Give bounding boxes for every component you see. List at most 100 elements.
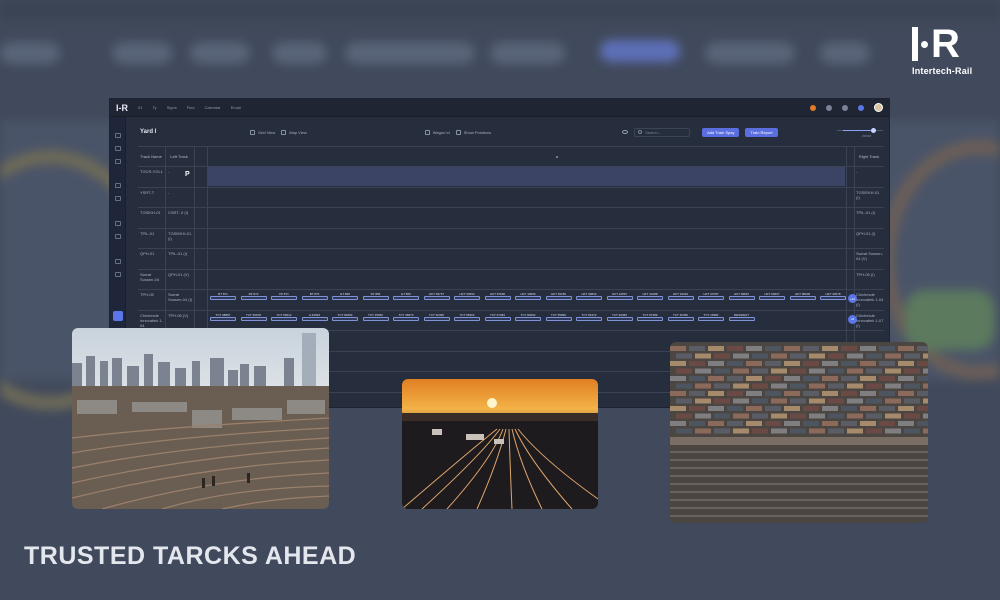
track-name-cell: TPH-05: [140, 292, 154, 297]
yard-nav-active-icon[interactable]: [113, 311, 123, 321]
railcar[interactable]: TCT 65963: [454, 312, 480, 323]
track-name-cell: TGSIKH-01: [140, 210, 161, 215]
user-icon[interactable]: [115, 259, 121, 264]
nav-item[interactable]: Ty: [152, 105, 156, 110]
settings-icon[interactable]: [842, 104, 848, 111]
railcar[interactable]: HKT 91094: [667, 292, 694, 302]
slider-knob[interactable]: [871, 128, 876, 133]
railcar[interactable]: HKT 99897: [728, 292, 755, 302]
railcar[interactable]: TCT 82472: [576, 313, 602, 323]
add-train-button[interactable]: Add Train Spay: [702, 127, 740, 137]
railcar[interactable]: TCT 59612: [271, 313, 297, 323]
railcar-id: TCT 36456: [673, 312, 688, 317]
wagon-id-toggle[interactable]: Wagon Id: [424, 129, 450, 135]
railcar-id: TCT 92083: [612, 312, 627, 317]
railcar[interactable]: RESIDENT: [728, 312, 755, 323]
report-icon[interactable]: [115, 221, 121, 226]
railcar[interactable]: HKT 98009: [789, 292, 816, 302]
railcar[interactable]: BT 876: [301, 292, 328, 302]
railcar[interactable]: HKT 87996: [484, 292, 511, 302]
railcar[interactable]: TCT 16982: [698, 313, 724, 323]
show-positions-toggle[interactable]: Show Positions: [455, 129, 492, 135]
center-marker: [556, 156, 558, 158]
railcar-id: RESIDENT: [733, 312, 750, 317]
railcar[interactable]: TCT 98857: [210, 313, 236, 323]
zoom-label: ZOOM: [862, 134, 871, 138]
left-track-cell: QPH-01 (V): [168, 271, 189, 277]
list-icon[interactable]: [115, 146, 121, 151]
left-track-cell: TGSIEKH-01 (I): [168, 230, 192, 241]
checkbox-icon: [250, 129, 255, 135]
railcar[interactable]: TCT 67083: [484, 313, 511, 323]
railcar-id: TCT 80062: [520, 312, 536, 317]
railcar[interactable]: TCT 84893: [332, 313, 358, 323]
home-icon[interactable]: [115, 133, 121, 138]
search-input[interactable]: Search...: [634, 127, 691, 137]
col-header-right-track: Right Track: [858, 154, 880, 159]
logo-mark: R: [912, 24, 974, 64]
railcar[interactable]: TCT 45873: [393, 312, 419, 323]
track-name-cell: Sweat Sussen-04: [140, 271, 160, 282]
railcar[interactable]: TCT 45952: [362, 313, 389, 323]
railcar[interactable]: HKT 40188: [637, 292, 663, 302]
nav-item[interactable]: Signs: [167, 105, 177, 110]
selected-track-row[interactable]: [207, 167, 845, 186]
railcar[interactable]: RT 866: [362, 292, 389, 302]
railcar[interactable]: TCT 87489: [637, 313, 663, 323]
railcar[interactable]: TCT 92083: [606, 312, 633, 323]
zoom-slider[interactable]: ZOOM: [837, 128, 883, 138]
railcar[interactable]: HKT 19956: [515, 292, 541, 302]
message-icon[interactable]: [858, 104, 864, 111]
map-icon[interactable]: [115, 196, 121, 201]
nav-item[interactable]: 01: [138, 105, 142, 110]
map-view-toggle[interactable]: Map View: [281, 129, 307, 135]
grid-icon[interactable]: [115, 159, 121, 164]
railcar-id: TCT 65963: [459, 312, 475, 317]
railcar-id: TCT 45873: [398, 312, 414, 317]
railcar[interactable]: TCT 80062: [515, 312, 541, 323]
chart-icon[interactable]: [115, 272, 121, 277]
avatar[interactable]: [874, 103, 883, 112]
track-name-cell: Chichesde Innovatiek 1-04: [140, 312, 163, 328]
railcar[interactable]: HKT 34578: [820, 292, 846, 302]
alert-icon[interactable]: [810, 104, 816, 111]
railcar[interactable]: TCT 52395: [423, 313, 450, 323]
nav-item[interactable]: Calendar: [204, 105, 220, 110]
right-track-cell: QPH-01 (I): [856, 230, 876, 236]
train-icon[interactable]: [115, 183, 121, 188]
railcar[interactable]: HKT 63787: [698, 292, 724, 302]
railcar[interactable]: TCT 96978: [240, 313, 267, 323]
railcar[interactable]: RF 872: [240, 292, 267, 302]
railcar[interactable]: HKT 45256: [545, 292, 572, 302]
train-report-button[interactable]: Train Report: [745, 127, 778, 137]
notification-icon[interactable]: [826, 104, 832, 111]
railcar[interactable]: FP 871: [271, 292, 297, 302]
right-track-cell: TGSIEKH-01 (I): [856, 189, 880, 200]
left-track-cell: TPIL-01 (I): [168, 251, 188, 256]
railcar[interactable]: TCT 55890: [545, 313, 572, 323]
railcar[interactable]: HKT 69607: [759, 292, 785, 302]
checkbox-icon: [455, 129, 461, 135]
show-positions-label: Show Positions: [463, 129, 492, 135]
railcar[interactable]: ET 865: [393, 292, 419, 302]
nav-item[interactable]: Email: [231, 105, 241, 110]
checkbox-icon: [281, 129, 287, 135]
railcar[interactable]: HKT 53952: [454, 292, 480, 302]
railcar[interactable]: RT 871: [210, 292, 236, 302]
right-track-cell: TPIL-01 (I): [856, 210, 876, 215]
car-count-badge[interactable]: +12: [848, 294, 857, 303]
car-count-badge[interactable]: +8: [848, 314, 857, 324]
yard-title: Yard I: [140, 129, 157, 135]
right-track-cell: TPH-05 (I): [856, 271, 875, 277]
railcar[interactable]: HKT 53767: [423, 292, 450, 302]
railcar[interactable]: HKT 90834: [576, 292, 602, 302]
nav-item[interactable]: Find: [187, 105, 195, 110]
railcar[interactable]: ET 868: [332, 292, 358, 302]
calendar-icon[interactable]: [115, 234, 121, 239]
railcar[interactable]: TCT 36456: [667, 312, 694, 323]
railcar[interactable]: A 26994: [301, 313, 328, 323]
grid-view-toggle[interactable]: Grid View: [250, 129, 275, 135]
eye-icon[interactable]: [622, 130, 629, 134]
top-nav: I-R 01 Ty Signs Find Calendar Email: [110, 99, 889, 117]
railcar[interactable]: HKT 42897: [606, 292, 633, 302]
